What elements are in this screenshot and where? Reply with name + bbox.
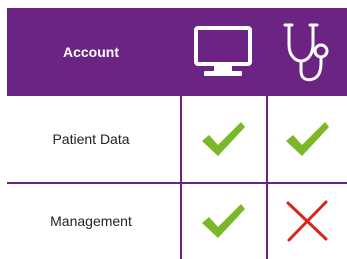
- stethoscope-icon: [266, 8, 347, 96]
- check-icon: [180, 182, 266, 259]
- row-divider: [7, 182, 347, 184]
- column-divider: [180, 96, 182, 259]
- column-divider: [266, 96, 268, 259]
- row-label-patient-data: Patient Data: [52, 131, 130, 147]
- check-icon: [266, 96, 347, 182]
- check-icon: [180, 96, 266, 182]
- permissions-table: Account Patient Data Management: [7, 8, 347, 259]
- row-label-management: Management: [50, 212, 132, 229]
- table-row: Patient Data: [7, 96, 347, 182]
- account-header-label: Account: [63, 44, 119, 60]
- cross-icon: [266, 182, 347, 259]
- monitor-icon: [180, 8, 266, 96]
- table-header: Account: [7, 8, 347, 96]
- table-row: Management: [7, 182, 347, 259]
